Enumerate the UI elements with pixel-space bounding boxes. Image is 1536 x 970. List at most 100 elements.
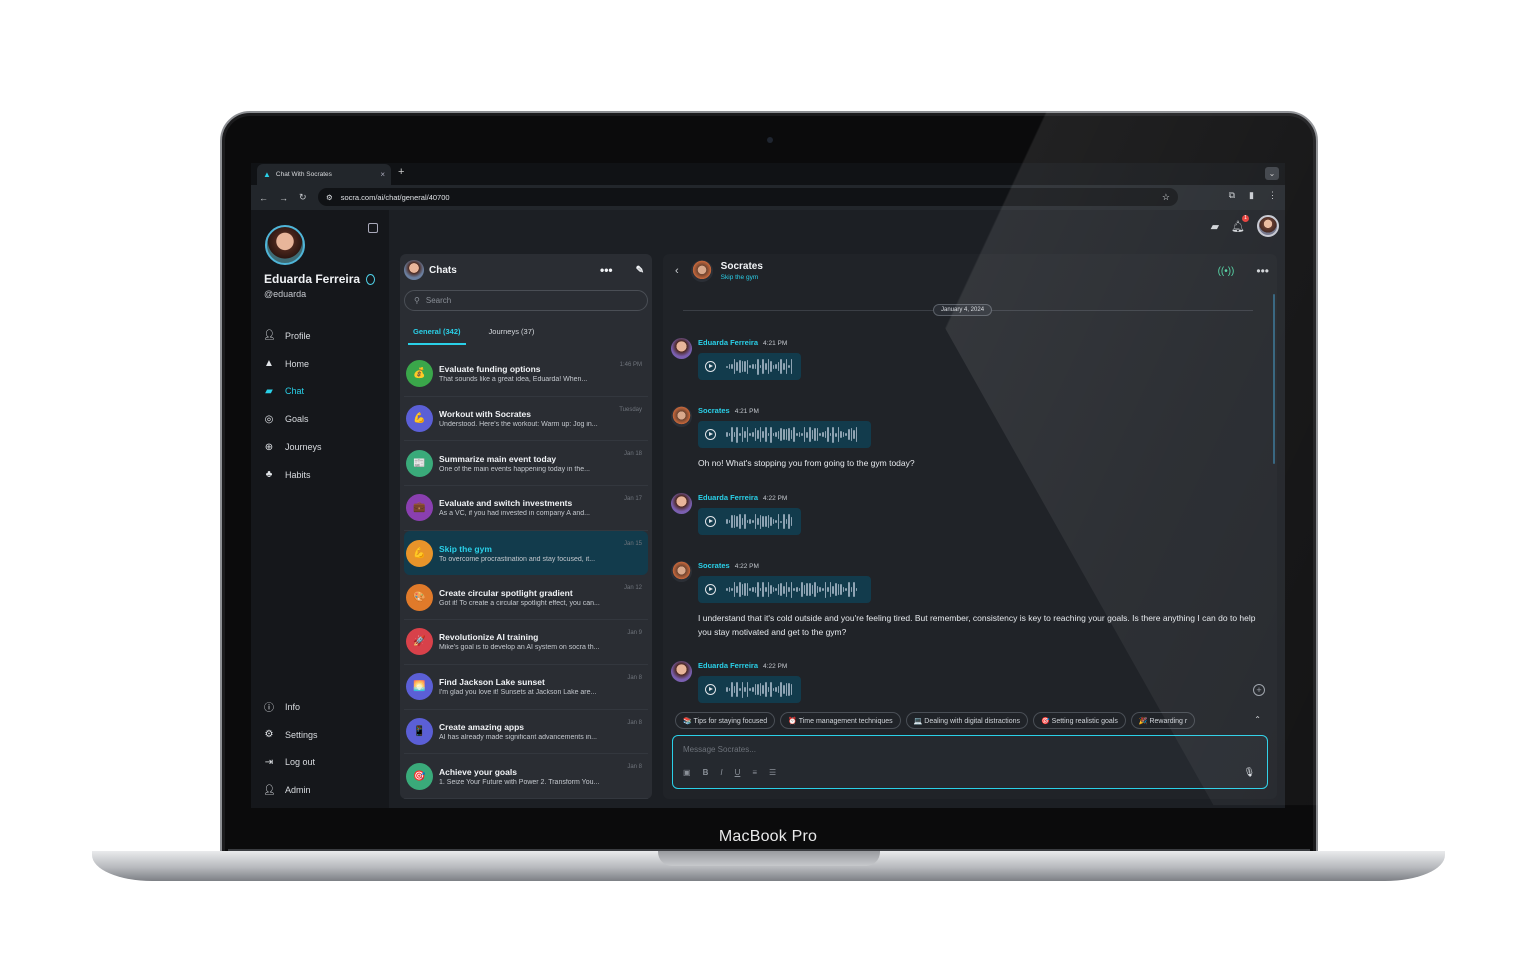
voice-message[interactable] bbox=[698, 508, 801, 535]
browser-tab[interactable]: ▲ Chat With Socrates × bbox=[257, 164, 391, 185]
new-chat-icon[interactable]: ✎ bbox=[636, 265, 644, 276]
suggestion-chip[interactable]: 🎉 Rewarding r bbox=[1130, 712, 1196, 729]
info-icon: ⓘ bbox=[264, 703, 274, 715]
nav-item-goals[interactable]: ◎ Goals bbox=[263, 405, 383, 433]
menu-icon[interactable]: ⋮ bbox=[1268, 190, 1277, 201]
chat-avatar: 💰 bbox=[406, 360, 433, 388]
nav-item-info[interactable]: ⓘ Info bbox=[263, 693, 383, 721]
chat-list-item[interactable]: 💰 Evaluate funding options That sounds lik… bbox=[404, 352, 648, 397]
person-icon: 👤︎ bbox=[263, 784, 276, 796]
nav-item-logout[interactable]: ⇥ Log out bbox=[263, 749, 383, 777]
tab-search-button[interactable]: ⌄ bbox=[1265, 167, 1279, 180]
play-icon[interactable] bbox=[705, 584, 716, 595]
chat-snippet: Understood. Here's the workout: Warm up:… bbox=[439, 421, 598, 429]
search-input[interactable]: ⚲ Search bbox=[404, 290, 648, 311]
chat-title: Create amazing apps bbox=[439, 721, 525, 732]
address-bar[interactable]: ⚙ socra.com/ai/chat/general/40700 ☆ bbox=[318, 188, 1178, 206]
side-panel-icon[interactable]: ▮ bbox=[1249, 190, 1254, 201]
nav-item-profile[interactable]: 👤︎ Profile bbox=[263, 322, 383, 350]
more-options-icon[interactable]: ••• bbox=[600, 263, 613, 277]
forward-icon[interactable]: → bbox=[279, 193, 288, 203]
waveform bbox=[726, 680, 793, 700]
nav-item-habits[interactable]: ♣ Habits bbox=[263, 461, 383, 489]
voice-message[interactable] bbox=[698, 421, 871, 448]
chat-avatar: 🚀 bbox=[406, 628, 433, 656]
collapse-sidebar-icon[interactable] bbox=[368, 223, 378, 233]
bell-icon[interactable]: 🔔︎ 1 bbox=[1231, 214, 1249, 233]
chat-date: Jan 17 bbox=[623, 496, 642, 503]
message-composer[interactable]: Message Socrates... ▣ B I U ≡ ☰ 🎙︎ bbox=[672, 735, 1268, 789]
camera bbox=[767, 137, 773, 143]
chat-avatar: 📱 bbox=[406, 717, 433, 745]
add-icon[interactable]: + bbox=[1253, 684, 1265, 696]
user-avatar[interactable] bbox=[265, 225, 305, 265]
badge-icon bbox=[366, 273, 376, 285]
chat-snippet: 1. Seize Your Future with Power 2. Trans… bbox=[439, 778, 600, 786]
image-icon[interactable]: ▣ bbox=[683, 768, 691, 777]
play-icon[interactable] bbox=[705, 516, 716, 527]
messages-icon[interactable]: ▰ bbox=[1211, 220, 1219, 233]
radio-icon[interactable]: ((•)) bbox=[1218, 266, 1235, 277]
italic-icon[interactable]: I bbox=[720, 768, 722, 777]
play-icon[interactable] bbox=[705, 684, 716, 695]
extensions-icon[interactable]: ⧉ bbox=[1229, 190, 1235, 201]
bookmark-star-icon[interactable]: ☆ bbox=[1162, 192, 1170, 203]
back-icon[interactable]: ‹ bbox=[675, 265, 679, 277]
secondary-nav: ⓘ Info ⚙ Settings ⇥ Log out 👤︎ Admin bbox=[263, 693, 383, 804]
chat-list-item[interactable]: 🌅 Find Jackson Lake sunset I'm glad you lo… bbox=[404, 665, 648, 710]
voice-message[interactable] bbox=[698, 676, 801, 703]
message: Socrates 4:21 PM Oh no! What's stopping yo… bbox=[671, 406, 1268, 470]
nav-item-settings[interactable]: ⚙ Settings bbox=[263, 721, 383, 749]
bold-icon[interactable]: B bbox=[703, 768, 709, 777]
chat-list-item[interactable]: 🚀 Revolutionize AI training Mike's goal is… bbox=[404, 620, 648, 665]
chat-date: Jan 8 bbox=[627, 719, 642, 726]
suggestion-chip[interactable]: 💻 Dealing with digital distractions bbox=[905, 712, 1029, 729]
voice-message[interactable] bbox=[698, 353, 801, 380]
scrollbar[interactable] bbox=[1273, 294, 1275, 464]
tab-journeys[interactable]: Journeys (37) bbox=[484, 321, 540, 345]
chat-list-item[interactable]: 🎨 Create circular spotlight gradient Got i… bbox=[404, 575, 648, 621]
chat-snippet: As a VC, if you had invested in company … bbox=[439, 510, 590, 518]
play-icon[interactable] bbox=[705, 429, 716, 440]
chat-list-item[interactable]: 💪 Workout with Socrates Understood. Here's… bbox=[404, 397, 648, 442]
tab-general[interactable]: General (342) bbox=[408, 321, 466, 345]
more-options-icon[interactable]: ••• bbox=[1256, 264, 1269, 278]
bullet-list-icon[interactable]: ☰ bbox=[769, 768, 776, 777]
voice-message[interactable] bbox=[698, 576, 871, 603]
nav-item-journeys[interactable]: ⊕ Journeys bbox=[263, 433, 383, 461]
chat-date: Jan 18 bbox=[623, 451, 642, 458]
microphone-icon[interactable]: 🎙︎ bbox=[1244, 767, 1255, 778]
chat-list-tabs: General (342) Journeys (37) bbox=[408, 321, 644, 345]
message-author: Eduarda Ferreira 4:21 PM bbox=[698, 338, 788, 347]
nav-item-chat[interactable]: ▰ Chat bbox=[263, 378, 383, 406]
chat-snippet: That sounds like a great idea, Eduarda! … bbox=[439, 376, 588, 384]
chat-list-item[interactable]: 🎯 Achieve your goals 1. Seize Your Future … bbox=[404, 754, 648, 799]
message-avatar bbox=[671, 406, 692, 427]
message-time: 4:22 PM bbox=[763, 495, 788, 502]
chat-list-item[interactable]: 📰 Summarize main event today One of the ma… bbox=[404, 441, 648, 487]
chat-list-item[interactable]: 💪 Skip the gym To overcome procrastination… bbox=[404, 530, 648, 576]
play-icon[interactable] bbox=[705, 361, 716, 372]
chevron-up-icon[interactable]: ⌃ bbox=[1254, 715, 1261, 724]
chat-date: Jan 15 bbox=[623, 540, 642, 547]
account-avatar[interactable] bbox=[1257, 215, 1279, 237]
chat-list-header: Chats ••• ✎ bbox=[404, 258, 648, 282]
reload-icon[interactable]: ↻ bbox=[299, 192, 307, 203]
nav-item-admin[interactable]: 👤︎ Admin bbox=[263, 776, 383, 804]
chat-list-item[interactable]: 📱 Create amazing apps AI has already made … bbox=[404, 710, 648, 755]
close-tab-icon[interactable]: × bbox=[380, 170, 385, 179]
tab-title: Chat With Socrates bbox=[275, 171, 332, 178]
back-icon[interactable]: ← bbox=[259, 193, 268, 203]
new-tab-button[interactable]: + bbox=[398, 166, 404, 178]
suggestion-chip[interactable]: 🎯 Setting realistic goals bbox=[1033, 712, 1126, 729]
site-info-icon[interactable]: ⚙ bbox=[326, 193, 333, 202]
ordered-list-icon[interactable]: ≡ bbox=[752, 768, 757, 777]
chat-avatar: 🎨 bbox=[406, 583, 433, 611]
message-avatar bbox=[671, 493, 692, 514]
suggestion-chip[interactable]: ⏰ Time management techniques bbox=[780, 712, 901, 729]
globe-icon: ⊕ bbox=[264, 441, 274, 453]
suggestion-chip[interactable]: 📚 Tips for staying focused bbox=[675, 712, 776, 729]
nav-item-home[interactable]: ▲ Home bbox=[263, 350, 383, 378]
underline-icon[interactable]: U bbox=[735, 768, 741, 777]
chat-list-item[interactable]: 💼 Evaluate and switch investments As a VC,… bbox=[404, 486, 648, 531]
